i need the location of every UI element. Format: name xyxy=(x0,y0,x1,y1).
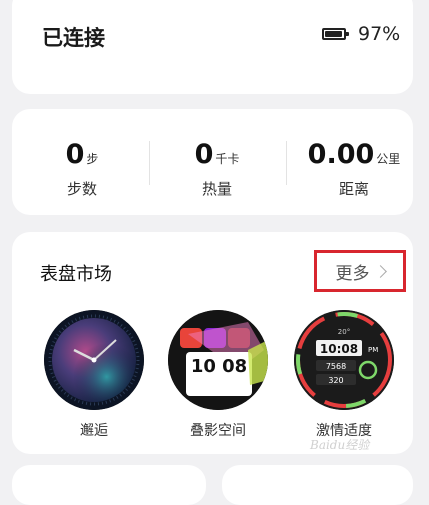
chevron-right-icon xyxy=(373,264,387,278)
calories-label: 热量 xyxy=(201,180,232,198)
face3-ampm: PM xyxy=(368,346,378,354)
stat-distance: 0.00 公里 距离 xyxy=(287,139,421,199)
steps-label: 步数 xyxy=(66,180,97,198)
watch-face-overlap-space-icon: 10 08 xyxy=(168,310,268,410)
distance-unit: 公里 xyxy=(376,152,401,166)
battery-icon xyxy=(322,28,349,40)
steps-unit: 步 xyxy=(86,152,99,166)
face-label: 叠影空间 xyxy=(190,423,246,439)
face3-kcal: 320 xyxy=(328,376,343,385)
calories-unit: 千卡 xyxy=(215,152,240,166)
stat-calories: 0 千卡 热量 xyxy=(150,139,284,199)
watch-face-passion-icon: 10:08 PM 20° 7568 320 xyxy=(294,310,394,410)
face2-hour: 10 08 xyxy=(191,356,247,377)
watch-face-overlap-space[interactable]: 10 08 xyxy=(168,310,268,410)
watch-face-encounter[interactable] xyxy=(44,310,144,410)
watch-face-passion[interactable]: 10:08 PM 20° 7568 320 xyxy=(294,310,394,410)
face3-steps: 7568 xyxy=(326,362,346,371)
face3-time: 10:08 xyxy=(320,342,358,356)
watermark: Baidu经验 xyxy=(310,438,370,452)
connection-card[interactable]: 已连接 97% xyxy=(12,0,413,94)
bottom-card-right[interactable] xyxy=(222,465,413,505)
connection-status: 已连接 xyxy=(42,26,105,50)
more-label: 更多 xyxy=(335,263,370,284)
market-title: 表盘市场 xyxy=(40,264,112,285)
watch-face-market-card: 表盘市场 更多 邂逅 10 08 叠影空间 10:08 PM 20° 7568 … xyxy=(12,232,413,454)
face3-temp: 20° xyxy=(338,328,350,336)
face-label: 邂逅 xyxy=(80,423,108,439)
battery-percent: 97% xyxy=(358,23,401,45)
more-button[interactable]: 更多 xyxy=(314,250,406,292)
activity-stats-card[interactable]: 0步 步数 0 千卡 热量 0.00 公里 距离 xyxy=(12,109,413,215)
bottom-card-left[interactable] xyxy=(12,465,206,505)
stat-steps: 0步 步数 xyxy=(15,139,149,199)
distance-value: 0.00 xyxy=(307,139,375,170)
calories-value: 0 xyxy=(194,139,214,170)
steps-value: 0 xyxy=(65,139,85,170)
watch-face-encounter-icon xyxy=(44,310,144,410)
distance-label: 距离 xyxy=(338,180,369,198)
